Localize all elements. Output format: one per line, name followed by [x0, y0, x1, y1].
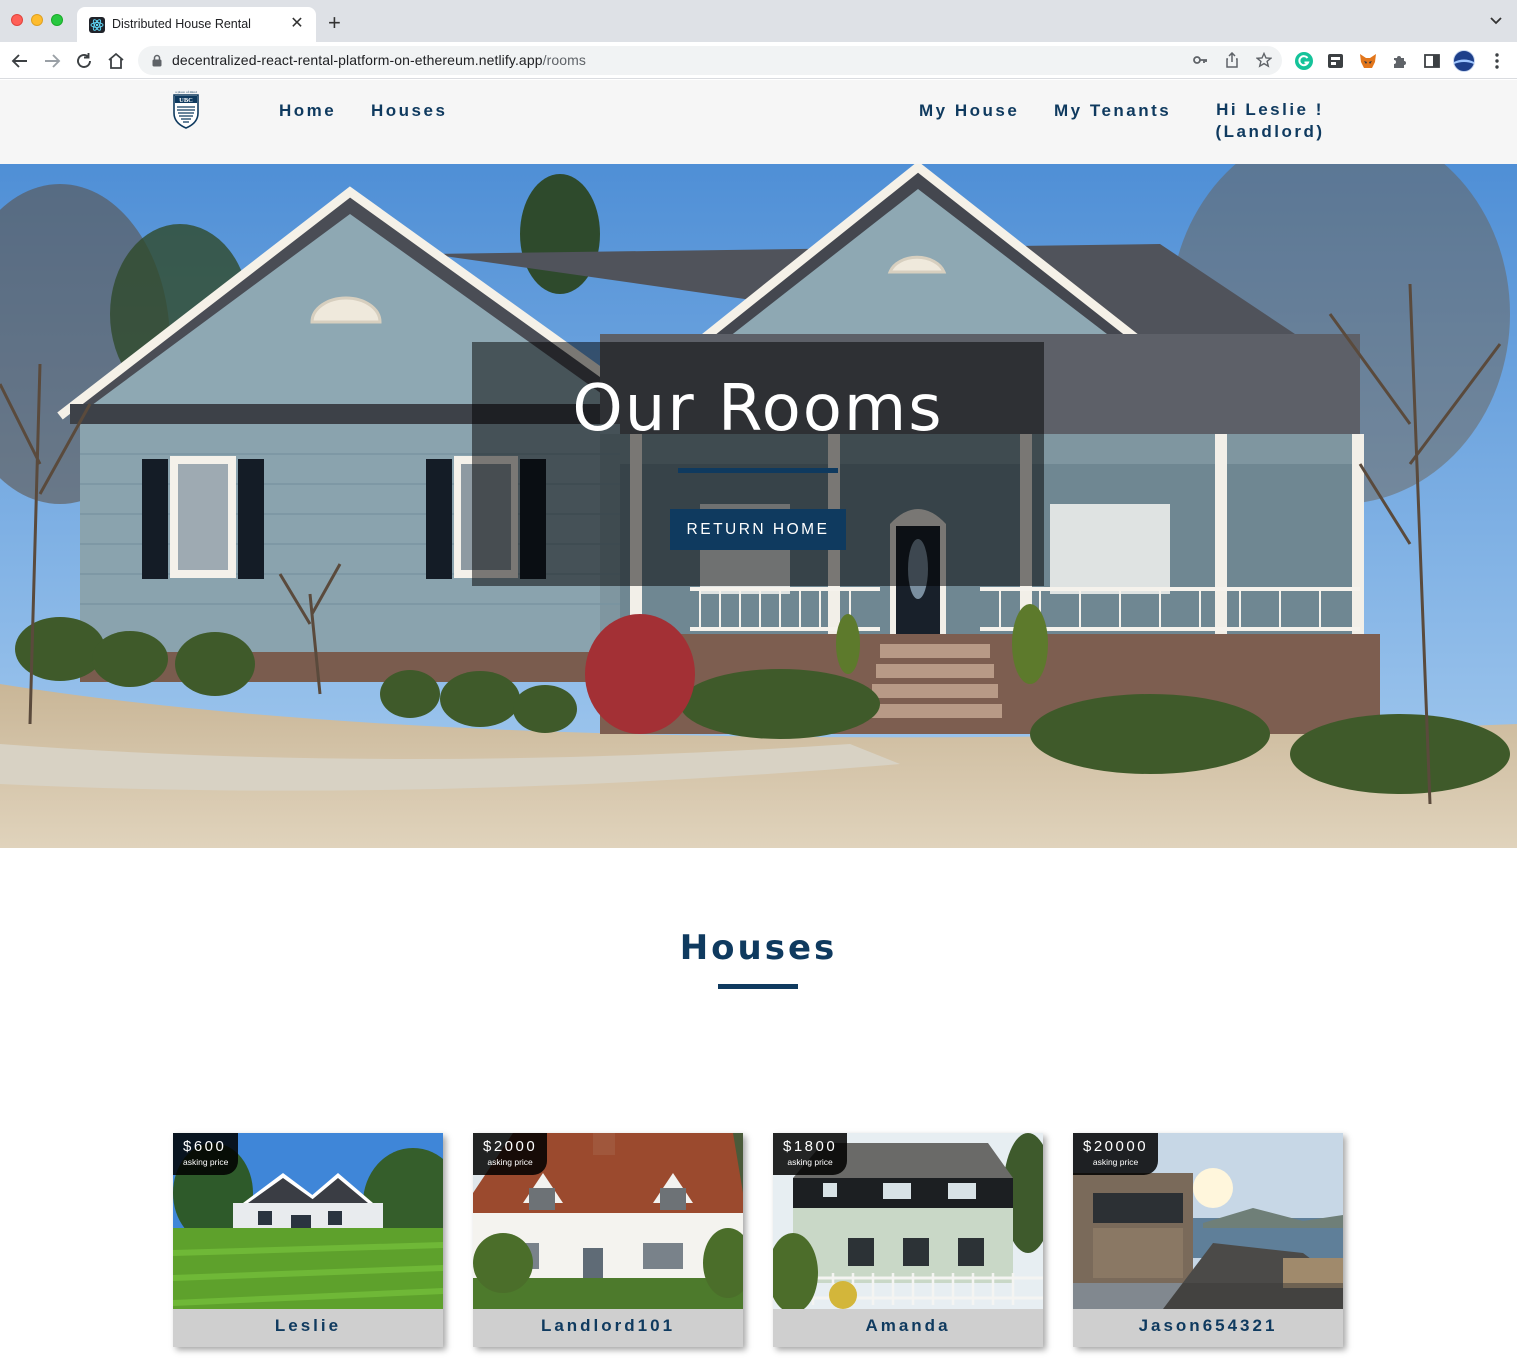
back-arrow-icon[interactable] — [9, 50, 31, 72]
price-value: $1800 — [783, 1138, 838, 1155]
grammarly-extension-icon[interactable] — [1294, 51, 1314, 71]
nav-link-my-house[interactable]: My House — [919, 101, 1019, 121]
site-navbar: a place of mind UBC Home Houses My House… — [0, 80, 1517, 164]
houses-title-underline — [718, 984, 798, 989]
return-home-button[interactable]: RETURN HOME — [670, 509, 846, 550]
houses-section-title: Houses — [679, 928, 838, 968]
profile-avatar-icon[interactable] — [1453, 50, 1475, 72]
hero-banner: Our Rooms RETURN HOME — [472, 342, 1044, 586]
price-label: asking price — [183, 1157, 229, 1167]
reload-icon[interactable] — [73, 50, 95, 72]
price-label: asking price — [487, 1157, 533, 1167]
house-card[interactable]: $1800 asking price Amanda — [773, 1133, 1043, 1347]
user-greeting-link[interactable]: Hi Leslie ! (Landlord) — [1200, 99, 1340, 143]
house-card[interactable]: $2000 asking price Landlord101 — [473, 1133, 743, 1347]
nav-link-my-tenants[interactable]: My Tenants — [1054, 101, 1171, 121]
hero-title-underline — [678, 468, 838, 473]
forward-arrow-icon[interactable] — [41, 50, 63, 72]
side-panel-icon[interactable] — [1422, 51, 1442, 71]
share-icon[interactable] — [1224, 51, 1240, 68]
window-zoom-button[interactable] — [51, 14, 63, 26]
react-favicon-icon — [89, 17, 105, 33]
nav-link-houses[interactable]: Houses — [371, 101, 447, 121]
ubc-logo[interactable]: a place of mind UBC — [170, 89, 202, 129]
lock-icon[interactable] — [152, 54, 162, 72]
chrome-menu-kebab-icon[interactable] — [1487, 51, 1507, 71]
tab-search-chevron-icon[interactable] — [1489, 13, 1503, 32]
window-minimize-button[interactable] — [31, 14, 43, 26]
tab-close-icon[interactable]: ✕ — [287, 14, 307, 34]
price-value: $2000 — [483, 1138, 538, 1155]
house-owner-name[interactable]: Amanda — [773, 1316, 1043, 1336]
price-label: asking price — [1092, 1157, 1139, 1167]
tab-title: Distributed House Rental — [112, 17, 251, 31]
house-card[interactable]: $20000 asking price Jason654321 — [1073, 1133, 1343, 1347]
user-greeting-name: Hi Leslie ! — [1216, 100, 1324, 119]
house-owner-name[interactable]: Landlord101 — [473, 1316, 743, 1336]
house-owner-name[interactable]: Jason654321 — [1073, 1316, 1343, 1336]
price-label: asking price — [787, 1157, 833, 1167]
url-path: /rooms — [542, 52, 586, 68]
house-card[interactable]: $600 asking price Leslie — [173, 1133, 443, 1347]
address-bar[interactable]: decentralized-react-rental-platform-on-e… — [138, 46, 1282, 75]
home-icon[interactable] — [105, 50, 127, 72]
hero-title: Our Rooms — [572, 372, 944, 446]
price-badge: $600 asking price — [173, 1133, 239, 1175]
url-text[interactable]: decentralized-react-rental-platform-on-e… — [172, 52, 586, 68]
logo-text: UBC — [179, 97, 193, 104]
browser-tab-active[interactable]: Distributed House Rental ✕ — [77, 7, 316, 42]
price-badge: $20000 asking price — [1073, 1133, 1159, 1175]
url-host: decentralized-react-rental-platform-on-e… — [172, 52, 543, 68]
key-icon[interactable] — [1192, 52, 1208, 68]
nav-link-home[interactable]: Home — [279, 101, 336, 121]
price-value: $600 — [183, 1138, 227, 1155]
price-badge: $2000 asking price — [473, 1133, 548, 1175]
price-value: $20000 — [1083, 1138, 1149, 1155]
extensions-puzzle-icon[interactable] — [1390, 51, 1410, 71]
user-greeting-role: (Landlord) — [1215, 122, 1325, 141]
notion-clipper-extension-icon[interactable] — [1326, 51, 1346, 71]
metamask-fox-icon[interactable] — [1358, 51, 1378, 71]
new-tab-button[interactable]: + — [328, 12, 341, 34]
browser-tab-strip: Distributed House Rental ✕ + — [0, 0, 1517, 42]
bookmark-star-icon[interactable] — [1255, 51, 1273, 68]
house-owner-name[interactable]: Leslie — [173, 1316, 443, 1336]
browser-toolbar: decentralized-react-rental-platform-on-e… — [0, 42, 1517, 79]
price-badge: $1800 asking price — [773, 1133, 848, 1175]
svg-text:a place of mind: a place of mind — [175, 90, 197, 94]
window-close-button[interactable] — [11, 14, 23, 26]
hero-section: Our Rooms RETURN HOME — [0, 164, 1517, 848]
